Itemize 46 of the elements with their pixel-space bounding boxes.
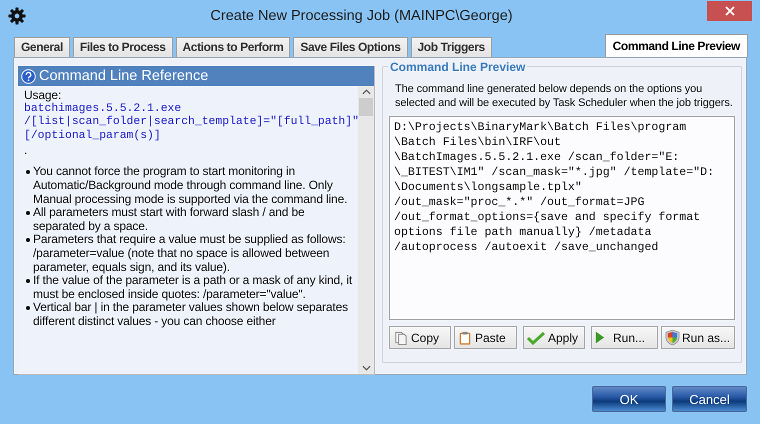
bullet-text: Vertical bar | in the parameter values shown below separates different distinct values - you can choose either: [33, 301, 349, 328]
toolbar-button[interactable]: Paste: [454, 326, 517, 349]
bullet-text: If the value of the parameter is a path or a mask of any kind, it must be enclosed inside quotes: /parameter="value".: [33, 274, 354, 302]
window-title: Create New Processing Job (MAINPC\George): [209, 8, 514, 24]
shield-icon: [665, 329, 680, 346]
toolbar-button[interactable]: Apply: [523, 326, 585, 349]
close-icon: [724, 6, 734, 16]
bullet-icon: [26, 211, 30, 216]
command-text-area[interactable]: D:\Projects\BinaryMark\Batch Files\program \Batch Files\bin\IRF\out \BatchImages.5.5.2.1.exe /scan_folder="E: \_BITEST\IM1" /scan_mask="*.jpg" /template="D: \Documents\longsample.tplx" /out_mask="proc_*.*" /out_format=JPG /out_format_options={save and specify format options file path manually} /metadata /autoprocess /autoexit /save_unchanged: [389, 116, 735, 320]
bullet-icon: [26, 170, 30, 174]
scroll-down-icon[interactable]: [362, 365, 370, 371]
scroll-up-icon[interactable]: [362, 89, 370, 95]
close-button[interactable]: [707, 1, 752, 21]
help-icon: [21, 68, 36, 84]
code-line: [/optional_param(s)]: [24, 130, 162, 144]
usage-label: Usage:: [24, 89, 62, 102]
bullet-icon: [26, 306, 30, 310]
toolbar-button[interactable]: Copy: [389, 326, 451, 349]
group-title: Command Line Preview: [388, 60, 528, 74]
tab[interactable]: Save Files Options: [293, 37, 408, 57]
text-line: .: [24, 145, 28, 158]
tab[interactable]: Actions to Perform: [176, 37, 290, 57]
bullet-text: All parameters must start with forward slash / and be separated by a space.: [33, 206, 306, 234]
bullet-text: Parameters that require a value must be supplied as follows: /parameter=value (note that no space is allowed between parameter, equals sign, and its value).: [33, 233, 346, 274]
check-icon: [527, 330, 545, 344]
gear-icon: [8, 7, 26, 25]
clipboard-icon: [458, 330, 472, 346]
bullet-text: You cannot force the program to start monitoring in Automatic/Background mode through command line. Only Manual processing mode is supported via the command line.: [33, 165, 348, 206]
scroll-thumb[interactable]: [359, 98, 373, 116]
tab[interactable]: Files to Process: [72, 37, 173, 57]
toolbar-button[interactable]: Run...: [591, 326, 658, 349]
tab[interactable]: Job Triggers: [410, 37, 492, 57]
copy-icon: [393, 330, 408, 346]
scrollbar[interactable]: [358, 86, 374, 374]
cancel-button[interactable]: Cancel: [672, 386, 747, 412]
toolbar-button[interactable]: Run as...: [661, 326, 735, 349]
tab[interactable]: Command Line Preview: [604, 34, 748, 57]
code-line: batchimages.5.5.2.1.exe: [24, 102, 182, 116]
description-text: The command line generated below depends on the options you selected and will be executed by Task Scheduler when the job triggers.: [394, 82, 734, 110]
bullet-icon: [26, 238, 30, 242]
tab[interactable]: General: [14, 37, 70, 57]
ok-button[interactable]: OK: [592, 386, 666, 412]
code-line: /[list|scan_folder|search_template]="[full_path]": [24, 116, 358, 130]
panel-title: Command Line Reference: [39, 68, 208, 84]
bullet-icon: [26, 279, 30, 284]
play-icon: [595, 330, 605, 345]
